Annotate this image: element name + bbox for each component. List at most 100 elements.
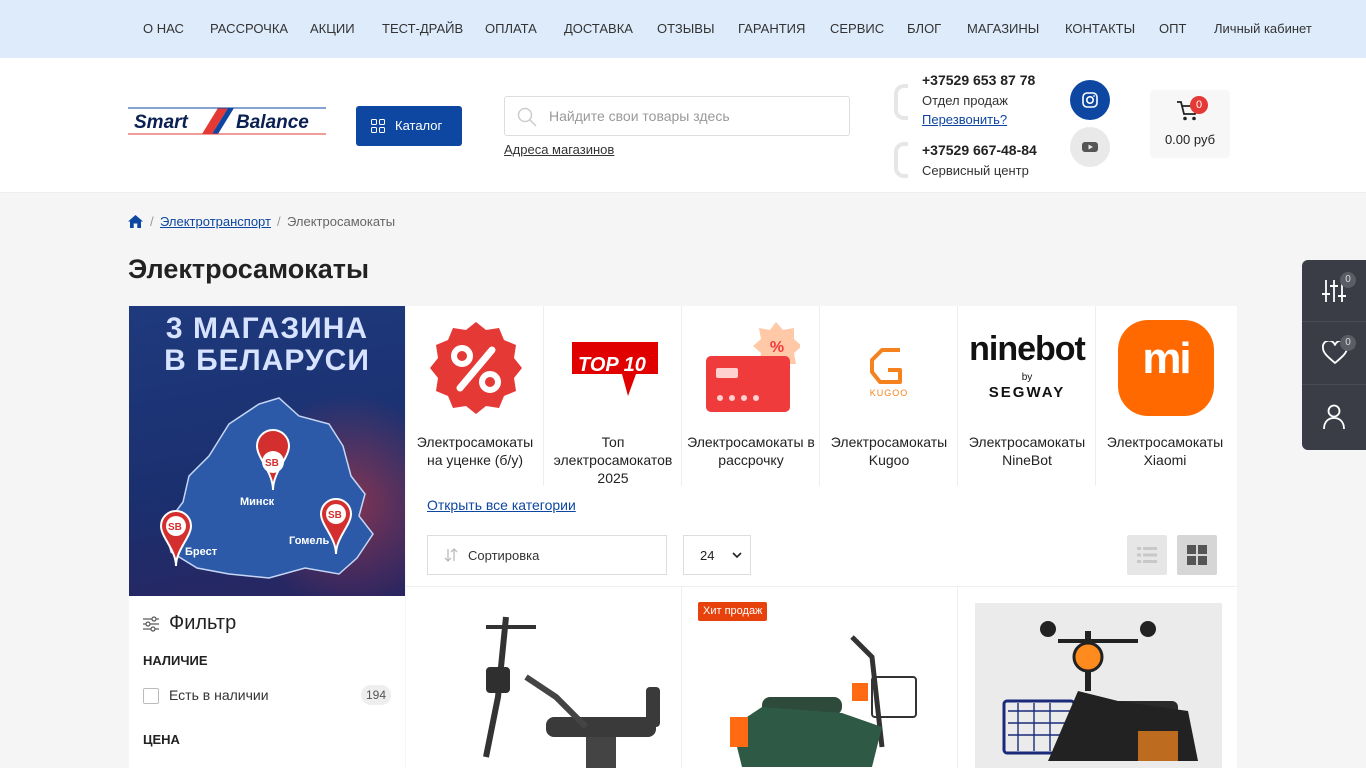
top10-icon-text: TOP 10 [578,354,646,376]
breadcrumb-separator: / [150,214,154,229]
sales-phone[interactable]: +37529 653 87 78 [922,72,1035,88]
nav-promotions[interactable]: АКЦИИ [310,21,355,36]
floating-side-toolbar: 0 0 [1302,260,1366,450]
nav-reviews[interactable]: ОТЗЫВЫ [657,21,714,36]
nav-warranty[interactable]: ГАРАНТИЯ [738,21,805,36]
category-label: Топ электросамокатов 2025 [553,434,673,486]
instagram-icon [1082,92,1098,108]
open-all-categories-link[interactable]: Открыть все категории [427,497,576,513]
promo-banner[interactable]: 3 МАГАЗИНА В БЕЛАРУСИ SB SB SB Минск Бре… [129,306,405,596]
product-card[interactable] [406,587,682,768]
category-tile[interactable]: TOP 10 Топ электросамокатов 2025 [544,306,682,486]
site-logo[interactable]: Smart Balance [128,106,326,136]
belarus-map-icon [159,397,374,579]
top-navigation: О НАС РАССРОЧКА АКЦИИ ТЕСТ-ДРАЙВ ОПЛАТА … [0,0,1366,58]
category-label: Электросамокаты Kugoo [830,434,948,468]
product-card[interactable] [958,587,1234,768]
city-gomel: Гомель [289,535,330,547]
nav-about[interactable]: О НАС [143,21,184,36]
per-page-value: 24 [700,548,715,563]
category-tile[interactable]: ninebot by SEGWAY Электросамокаты NineBo… [958,306,1096,486]
category-tile[interactable]: KUGOO Электросамокаты Kugoo [820,306,958,486]
hit-sale-badge: Хит продаж [698,602,768,621]
category-tile[interactable]: % Электросамокаты в рассрочку [682,306,820,486]
category-tile[interactable]: mi Электросамокаты Xiaomi [1096,306,1234,486]
category-tile[interactable]: Электросамокаты на уценке (б/у) [406,306,544,486]
catalog-button[interactable]: Каталог [356,106,462,146]
svg-text:%: % [770,339,784,356]
nav-account[interactable]: Личный кабинет [1214,21,1312,36]
city-brest: Брест [185,546,218,558]
filter-title: Фильтр [169,612,237,634]
map-pin-label: SB [328,510,342,521]
kugoo-logo-icon [870,348,902,384]
product-image-scooter [1002,621,1198,761]
home-icon[interactable] [128,215,143,228]
installment-card-icon: % [706,322,800,412]
list-view-icon [1137,547,1157,563]
compare-count-badge: 0 [1340,272,1356,288]
nav-service[interactable]: СЕРВИС [830,21,884,36]
category-label: Электросамокаты Xiaomi [1106,434,1224,468]
sort-select[interactable]: Сортировка [427,535,667,575]
service-center-label: Сервисный центр [922,163,1029,178]
city-minsk: Минск [240,496,275,508]
catalog-label: Каталог [395,118,443,133]
product-grid [406,586,1237,768]
ninebot-logo-sub: by [1021,372,1033,383]
cart-widget[interactable]: 0 0.00 руб [1150,90,1230,158]
youtube-icon [1082,142,1098,152]
nav-wholesale[interactable]: ОПТ [1159,21,1186,36]
page-title: Электросамокаты [128,254,369,284]
compare-button[interactable]: 0 [1302,260,1366,322]
ninebot-logo-icon: ninebot [969,330,1086,368]
filter-panel: Фильтр НАЛИЧИЕ Есть в наличии 194 ЦЕНА [129,596,405,768]
in-stock-label[interactable]: Есть в наличии [169,687,269,703]
favorites-button[interactable]: 0 [1302,323,1366,385]
callback-link[interactable]: Перезвонить? [922,112,1007,127]
chevron-down-icon [732,552,742,559]
grid-icon [371,119,385,133]
filter-sliders-icon [143,616,159,632]
favorites-count-badge: 0 [1340,335,1356,351]
nav-blog[interactable]: БЛОГ [907,21,941,36]
view-list-button[interactable] [1127,535,1167,575]
breadcrumb-link-electrotransport[interactable]: Электротранспорт [160,214,271,229]
xiaomi-logo-text: mi [1142,334,1191,383]
nav-contacts[interactable]: КОНТАКТЫ [1065,21,1135,36]
nav-payment[interactable]: ОПЛАТА [485,21,537,36]
per-page-select[interactable]: 24 [683,535,751,575]
stores-address-link[interactable]: Адреса магазинов [504,142,614,157]
search-input[interactable] [549,98,839,134]
nav-test-drive[interactable]: ТЕСТ-ДРАЙВ [382,21,463,36]
discount-icon [430,322,522,414]
in-stock-count: 194 [361,685,392,705]
user-icon [1323,404,1345,430]
service-phone[interactable]: +37529 667-48-84 [922,142,1037,158]
nav-delivery[interactable]: ДОСТАВКА [564,21,633,36]
phone-icon [894,142,908,178]
sort-label: Сортировка [468,548,540,563]
filter-price-title[interactable]: ЦЕНА [143,732,180,747]
site-header: Smart Balance Каталог Адреса магазинов +… [0,58,1366,193]
category-label: Электросамокаты NineBot [968,434,1086,468]
svg-text:Smart: Smart [134,112,189,133]
product-image-scooter [483,616,660,768]
subcategories-grid: Электросамокаты на уценке (б/у) TOP 10 Т… [406,306,1237,486]
nav-stores[interactable]: МАГАЗИНЫ [967,21,1039,36]
search-icon[interactable] [517,107,537,127]
nav-installment[interactable]: РАССРОЧКА [210,21,288,36]
breadcrumb-current: Электросамокаты [287,214,396,229]
cart-total: 0.00 руб [1164,132,1216,147]
view-grid-button[interactable] [1177,535,1217,575]
youtube-button[interactable] [1070,127,1110,167]
instagram-button[interactable] [1070,80,1110,120]
phone-icon [894,84,908,120]
filter-availability-title[interactable]: НАЛИЧИЕ [143,653,208,668]
segway-logo-text: SEGWAY [988,384,1066,401]
svg-text:Balance: Balance [236,112,309,133]
account-button[interactable] [1302,386,1366,448]
in-stock-checkbox[interactable] [143,688,159,704]
sales-dept-label: Отдел продаж [922,93,1008,108]
breadcrumb-separator: / [277,214,281,229]
